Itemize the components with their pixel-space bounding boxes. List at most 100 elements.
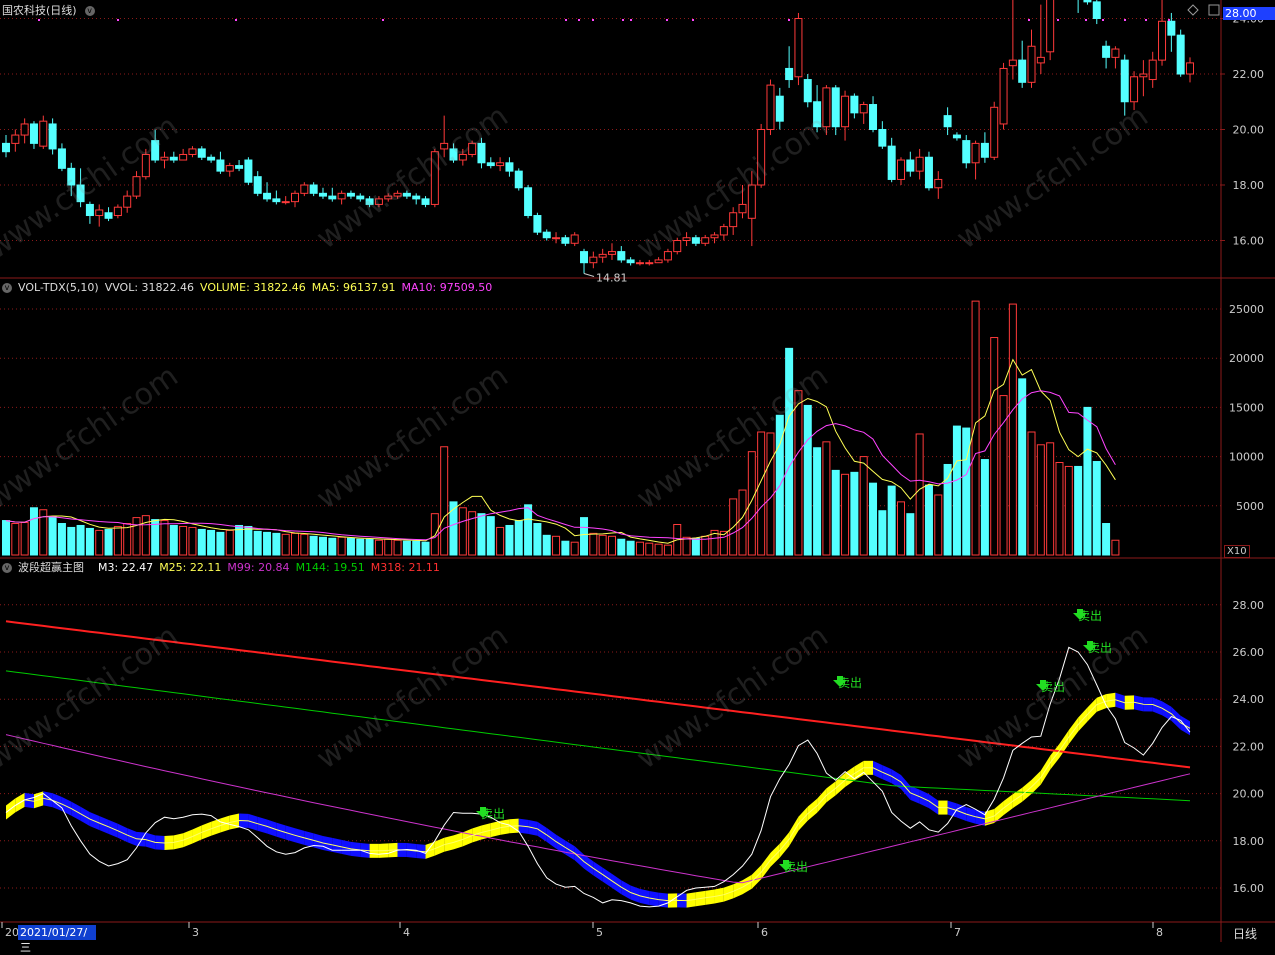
candle-body [169, 156, 178, 161]
candle-body [869, 104, 878, 131]
volume-bar [645, 542, 654, 556]
volume-bar [57, 523, 66, 556]
candle-body [617, 251, 626, 261]
candle-body [421, 198, 430, 205]
main-indicator-name[interactable]: 波段超赢主图 [18, 561, 84, 574]
m144-value: M144: 19.51 [295, 561, 365, 574]
volume-bar [1008, 303, 1017, 556]
window-icon [1208, 4, 1220, 16]
volume-bar [915, 433, 924, 556]
volume-bar [850, 471, 859, 556]
volume-bar [580, 517, 589, 556]
candle-body [952, 134, 961, 139]
candle-body [934, 178, 943, 189]
candle-body [896, 159, 905, 180]
low-pointer [583, 273, 595, 278]
x-axis-label: 3 [192, 926, 199, 939]
candle-body [346, 192, 355, 197]
candle-body [785, 67, 794, 81]
candle-body [57, 148, 66, 169]
candle-body [570, 234, 579, 244]
candle-body [179, 153, 188, 161]
candle-body [244, 159, 253, 183]
volume-bar [365, 538, 374, 556]
cursor-date-box: 2021/01/27/三 [18, 925, 96, 954]
volume-bar [328, 537, 337, 556]
volume-bar [263, 531, 272, 556]
candle-body [626, 259, 635, 264]
indicator-tick-label: 24.00 [1233, 693, 1265, 706]
period-label[interactable]: 日线 [1233, 925, 1257, 942]
indicator-tick-label: 22.00 [1233, 740, 1265, 753]
volume-bar [980, 459, 989, 556]
candle-body [1092, 1, 1101, 19]
volume-bar [691, 537, 700, 556]
volume-bar [207, 529, 216, 556]
signal-dot [565, 19, 567, 21]
chevron-down-icon[interactable]: v [2, 563, 12, 573]
volume-bar [225, 529, 234, 556]
volume-bar [281, 533, 290, 556]
volume-bar [20, 522, 29, 556]
volume-bar [346, 537, 355, 556]
volume-bar [505, 524, 514, 556]
volume-bar [514, 520, 523, 556]
candle-body [1111, 48, 1120, 58]
candle-body [95, 209, 104, 217]
volume-bar [552, 535, 561, 556]
vol-indicator-name[interactable]: VOL-TDX(5,10) [18, 281, 99, 294]
volume-bar [869, 482, 878, 556]
candle-body [524, 187, 533, 217]
volume-bar [318, 536, 327, 556]
main-indicator-header: v 波段超赢主图 M3: 22.47 M25: 22.11 M99: 20.84 M144… [0, 560, 446, 576]
volume-tick-label: 15000 [1229, 401, 1264, 414]
chevron-down-icon[interactable]: v [2, 283, 12, 293]
volume-bar [747, 451, 756, 556]
volume-bar [607, 535, 616, 556]
volume-bar [169, 524, 178, 556]
candle-body [1046, 0, 1055, 53]
volume-bar [626, 540, 635, 556]
candle-body [729, 212, 738, 228]
candle-body [635, 262, 644, 265]
volume-tick-label: 10000 [1229, 451, 1264, 464]
volume-bar [971, 300, 980, 556]
volume-bar [1102, 523, 1111, 556]
volume-bar [216, 531, 225, 556]
volume-bar [477, 513, 486, 556]
signal-dot [1124, 19, 1126, 21]
candle-body [1167, 20, 1176, 36]
candle-body [496, 162, 505, 167]
current-price-tag: 28.00 [1223, 7, 1275, 20]
volume-bar [113, 525, 122, 556]
candle-body [514, 170, 523, 189]
candle-body [11, 134, 20, 144]
candle-body [188, 148, 197, 155]
volume-bar [757, 431, 766, 556]
volume-bar [496, 526, 505, 556]
candle-body [906, 159, 915, 172]
volume-bar [48, 516, 57, 556]
candle-body [235, 165, 244, 169]
candle-body [598, 253, 607, 258]
candle-body [803, 79, 812, 103]
candle-body [1083, 0, 1092, 3]
candle-body [272, 198, 281, 203]
volume-bar [67, 526, 76, 556]
m318-value: M318: 21.11 [370, 561, 440, 574]
stock-title: 国农科技(日线) [2, 4, 77, 17]
indicator-tick-label: 26.00 [1233, 646, 1265, 659]
volume-bar [104, 528, 113, 556]
volume-bar [188, 526, 197, 556]
candle-body [300, 184, 309, 194]
signal-dot [117, 19, 119, 21]
chevron-down-icon[interactable]: v [84, 6, 95, 16]
volume-bar [794, 390, 803, 556]
volume-bar [803, 404, 812, 556]
candle-body [263, 192, 272, 200]
volume-bar [906, 513, 915, 556]
candle-body [39, 120, 48, 147]
volume-bar [421, 541, 430, 556]
candle-body [197, 148, 206, 158]
candle-body [1027, 45, 1036, 83]
